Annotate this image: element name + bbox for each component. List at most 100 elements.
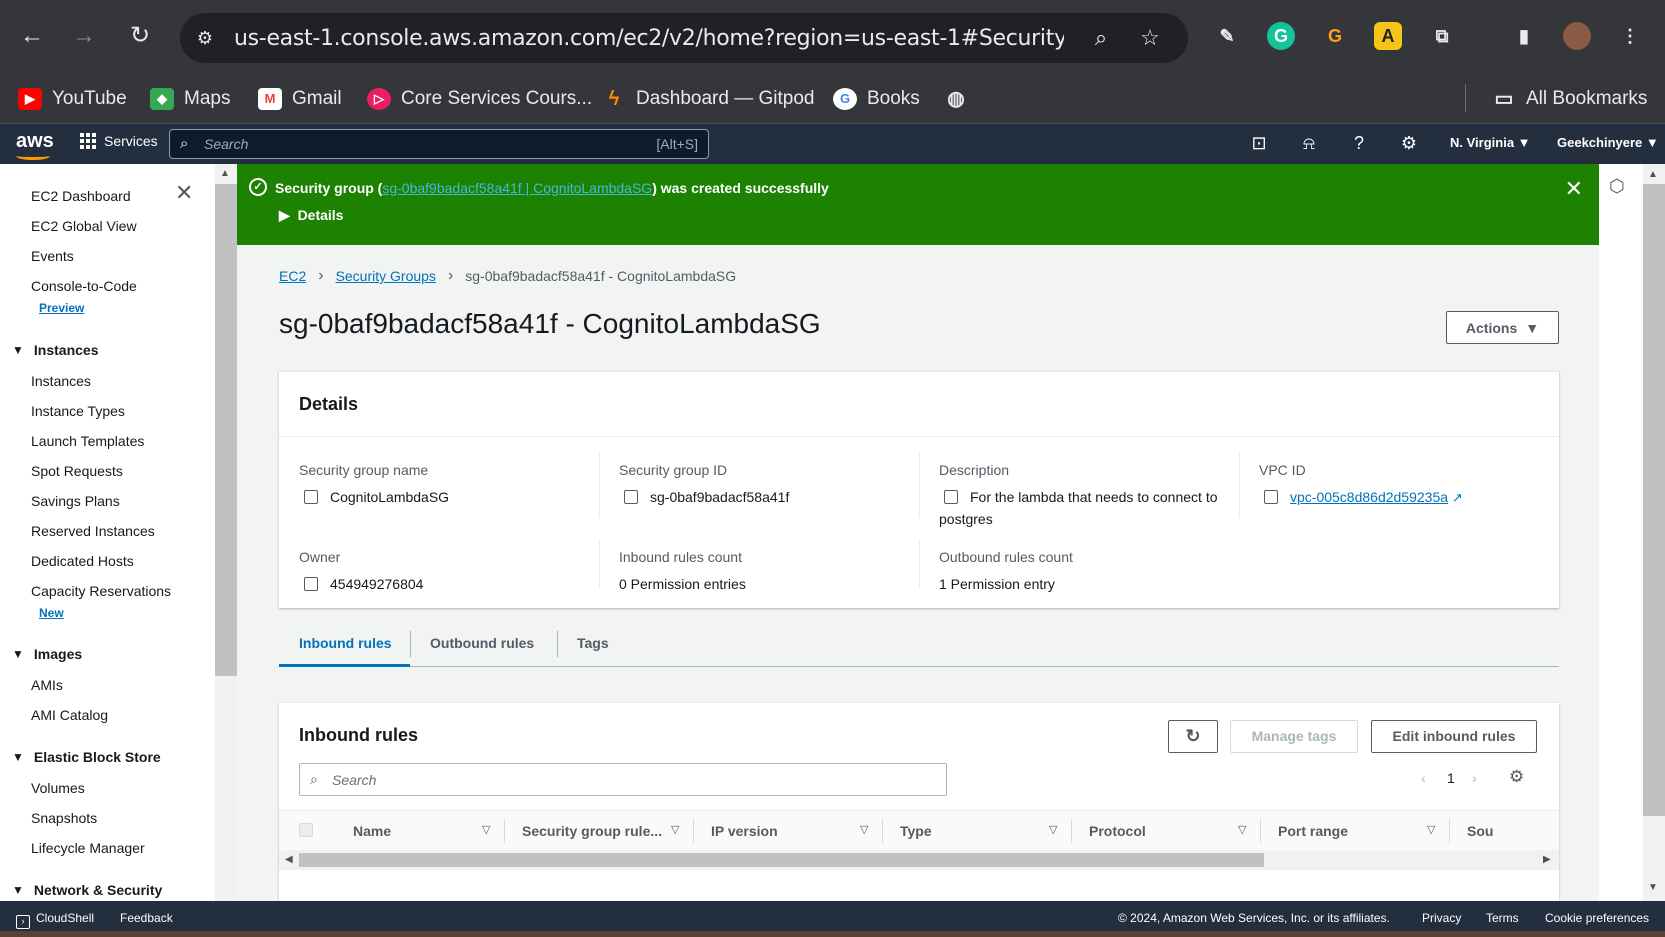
- search-icon[interactable]: ⌕: [1088, 25, 1114, 51]
- feedback-link[interactable]: Feedback: [120, 911, 173, 925]
- sort-caret-icon[interactable]: ▽: [1049, 823, 1057, 836]
- scrollbar-thumb[interactable]: [1643, 184, 1665, 816]
- sidepanel-icon[interactable]: ▮: [1510, 22, 1538, 50]
- cloudshell-icon[interactable]: ⊡: [1248, 133, 1270, 154]
- copy-icon[interactable]: [304, 577, 318, 591]
- column-name[interactable]: Name: [353, 823, 391, 839]
- column-source[interactable]: Sou: [1467, 823, 1493, 839]
- copy-icon[interactable]: [1264, 490, 1278, 504]
- sidebar-item-lifecycle-manager[interactable]: Lifecycle Manager: [31, 840, 145, 856]
- tab-inbound-rules[interactable]: Inbound rules: [279, 621, 410, 667]
- sidebar-section-instances[interactable]: ▼ Instances: [12, 342, 98, 358]
- scrollbar-thumb[interactable]: [215, 184, 237, 676]
- bookmark-youtube[interactable]: ▶ YouTube: [18, 84, 127, 114]
- sidebar-item-amis[interactable]: AMIs: [31, 677, 63, 693]
- scrollbar-thumb[interactable]: [299, 853, 1264, 867]
- close-icon[interactable]: ✕: [1565, 176, 1583, 202]
- breadcrumb-ec2[interactable]: EC2: [279, 268, 306, 284]
- next-page-icon[interactable]: ›: [1472, 770, 1477, 786]
- reload-icon[interactable]: ↻: [126, 22, 154, 50]
- sidebar-item-capacity-reservations[interactable]: Capacity Reservations: [31, 583, 171, 599]
- tab-outbound-rules[interactable]: Outbound rules: [410, 621, 554, 667]
- edit-inbound-rules-button[interactable]: Edit inbound rules: [1371, 720, 1537, 753]
- sidebar-item-instance-types[interactable]: Instance Types: [31, 403, 125, 419]
- close-icon[interactable]: ✕: [175, 180, 193, 206]
- sort-caret-icon[interactable]: ▽: [1238, 823, 1246, 836]
- account-menu[interactable]: Geekchinyere ▼: [1557, 135, 1659, 150]
- settings-gear-icon[interactable]: ⚙: [1398, 133, 1420, 154]
- bookmark-books[interactable]: G Books: [833, 84, 920, 114]
- new-badge[interactable]: New: [39, 606, 64, 620]
- sidebar-section-network-security[interactable]: ▼ Network & Security: [12, 882, 162, 898]
- column-port-range[interactable]: Port range: [1278, 823, 1348, 839]
- forward-icon[interactable]: →: [70, 22, 98, 50]
- sidebar-item-instances[interactable]: Instances: [31, 373, 91, 389]
- sidebar-scrollbar[interactable]: ▲: [215, 164, 237, 901]
- star-icon[interactable]: ☆: [1137, 25, 1163, 51]
- scroll-left-icon[interactable]: ◀: [285, 854, 293, 865]
- address-bar[interactable]: ⚙ us-east-1.console.aws.amazon.com/ec2/v…: [180, 13, 1188, 63]
- site-settings-icon[interactable]: ⚙: [192, 25, 218, 51]
- sidebar-item-snapshots[interactable]: Snapshots: [31, 810, 97, 826]
- scroll-up-icon[interactable]: ▲: [220, 168, 230, 179]
- all-bookmarks[interactable]: ▭ All Bookmarks: [1492, 84, 1648, 114]
- copy-icon[interactable]: [944, 490, 958, 504]
- help-icon[interactable]: ?: [1348, 133, 1370, 154]
- flash-details-toggle[interactable]: ▶ Details: [279, 207, 343, 224]
- extension-g-icon[interactable]: G: [1321, 22, 1349, 50]
- rules-search-input[interactable]: ⌕ Search: [299, 763, 947, 796]
- vpc-id-link[interactable]: vpc-005c8d86d2d59235a: [1290, 489, 1448, 505]
- extension-a-icon[interactable]: A: [1374, 22, 1402, 50]
- copy-icon[interactable]: [624, 490, 638, 504]
- services-menu-button[interactable]: Services: [80, 133, 158, 149]
- sidebar-item-ec2-dashboard[interactable]: EC2 Dashboard: [31, 188, 131, 204]
- sidebar-item-spot-requests[interactable]: Spot Requests: [31, 463, 123, 479]
- prev-page-icon[interactable]: ‹: [1421, 770, 1426, 786]
- url-text[interactable]: us-east-1.console.aws.amazon.com/ec2/v2/…: [234, 26, 1064, 51]
- sidebar-item-launch-templates[interactable]: Launch Templates: [31, 433, 144, 449]
- sidebar-item-console-to-code[interactable]: Console-to-Code: [31, 278, 137, 294]
- bookmark-gmail[interactable]: M Gmail: [258, 84, 342, 114]
- aws-logo[interactable]: aws: [16, 130, 54, 160]
- sidebar-item-savings-plans[interactable]: Savings Plans: [31, 493, 120, 509]
- sort-caret-icon[interactable]: ▽: [860, 823, 868, 836]
- sort-caret-icon[interactable]: ▽: [671, 823, 679, 836]
- scroll-down-icon[interactable]: ▼: [1648, 882, 1658, 893]
- sort-caret-icon[interactable]: ▽: [1427, 823, 1435, 836]
- eyedropper-icon[interactable]: ✎: [1213, 22, 1241, 50]
- cloudshell-button[interactable]: › CloudShell: [16, 911, 94, 929]
- column-ip-version[interactable]: IP version: [711, 823, 778, 839]
- preferences-gear-icon[interactable]: ⚙: [1509, 767, 1524, 787]
- column-sg-rule[interactable]: Security group rule...: [522, 823, 662, 839]
- column-protocol[interactable]: Protocol: [1089, 823, 1146, 839]
- sidebar-item-volumes[interactable]: Volumes: [31, 780, 85, 796]
- sidebar-item-ami-catalog[interactable]: AMI Catalog: [31, 707, 108, 723]
- grammarly-icon[interactable]: G: [1267, 22, 1295, 50]
- copy-icon[interactable]: [304, 490, 318, 504]
- column-type[interactable]: Type: [900, 823, 932, 839]
- external-link-icon[interactable]: ↗: [1452, 490, 1463, 505]
- sort-caret-icon[interactable]: ▽: [482, 823, 490, 836]
- flash-sg-link[interactable]: sg-0baf9badacf58a41f | CognitoLambdaSG: [382, 180, 652, 196]
- extensions-puzzle-icon[interactable]: ⧉: [1428, 22, 1456, 50]
- bookmark-maps[interactable]: ◆ Maps: [150, 84, 230, 114]
- sidebar-item-dedicated-hosts[interactable]: Dedicated Hosts: [31, 553, 134, 569]
- menu-kebab-icon[interactable]: ⋮: [1616, 22, 1644, 50]
- bookmark-gitpod[interactable]: ϟ Dashboard — Gitpod: [602, 84, 815, 114]
- sidebar-section-images[interactable]: ▼ Images: [12, 646, 82, 662]
- region-selector[interactable]: N. Virginia ▼: [1450, 135, 1531, 150]
- refresh-button[interactable]: ↻: [1168, 720, 1218, 753]
- page-number[interactable]: 1: [1447, 770, 1455, 786]
- manage-tags-button[interactable]: Manage tags: [1230, 720, 1358, 753]
- bookmark-core-services[interactable]: ▷ Core Services Cours...: [367, 84, 592, 114]
- profile-avatar[interactable]: [1563, 22, 1591, 50]
- info-panel-icon[interactable]: ⬡: [1609, 176, 1625, 197]
- preview-badge[interactable]: Preview: [39, 301, 84, 315]
- privacy-link[interactable]: Privacy: [1422, 911, 1461, 925]
- sidebar-item-reserved-instances[interactable]: Reserved Instances: [31, 523, 155, 539]
- table-horizontal-scrollbar[interactable]: ◀ ▶: [279, 850, 1559, 870]
- scroll-right-icon[interactable]: ▶: [1543, 854, 1551, 865]
- notifications-bell-icon[interactable]: ⍾: [1298, 133, 1320, 154]
- breadcrumb-security-groups[interactable]: Security Groups: [336, 268, 436, 284]
- console-search-input[interactable]: ⌕ Search [Alt+S]: [169, 129, 709, 159]
